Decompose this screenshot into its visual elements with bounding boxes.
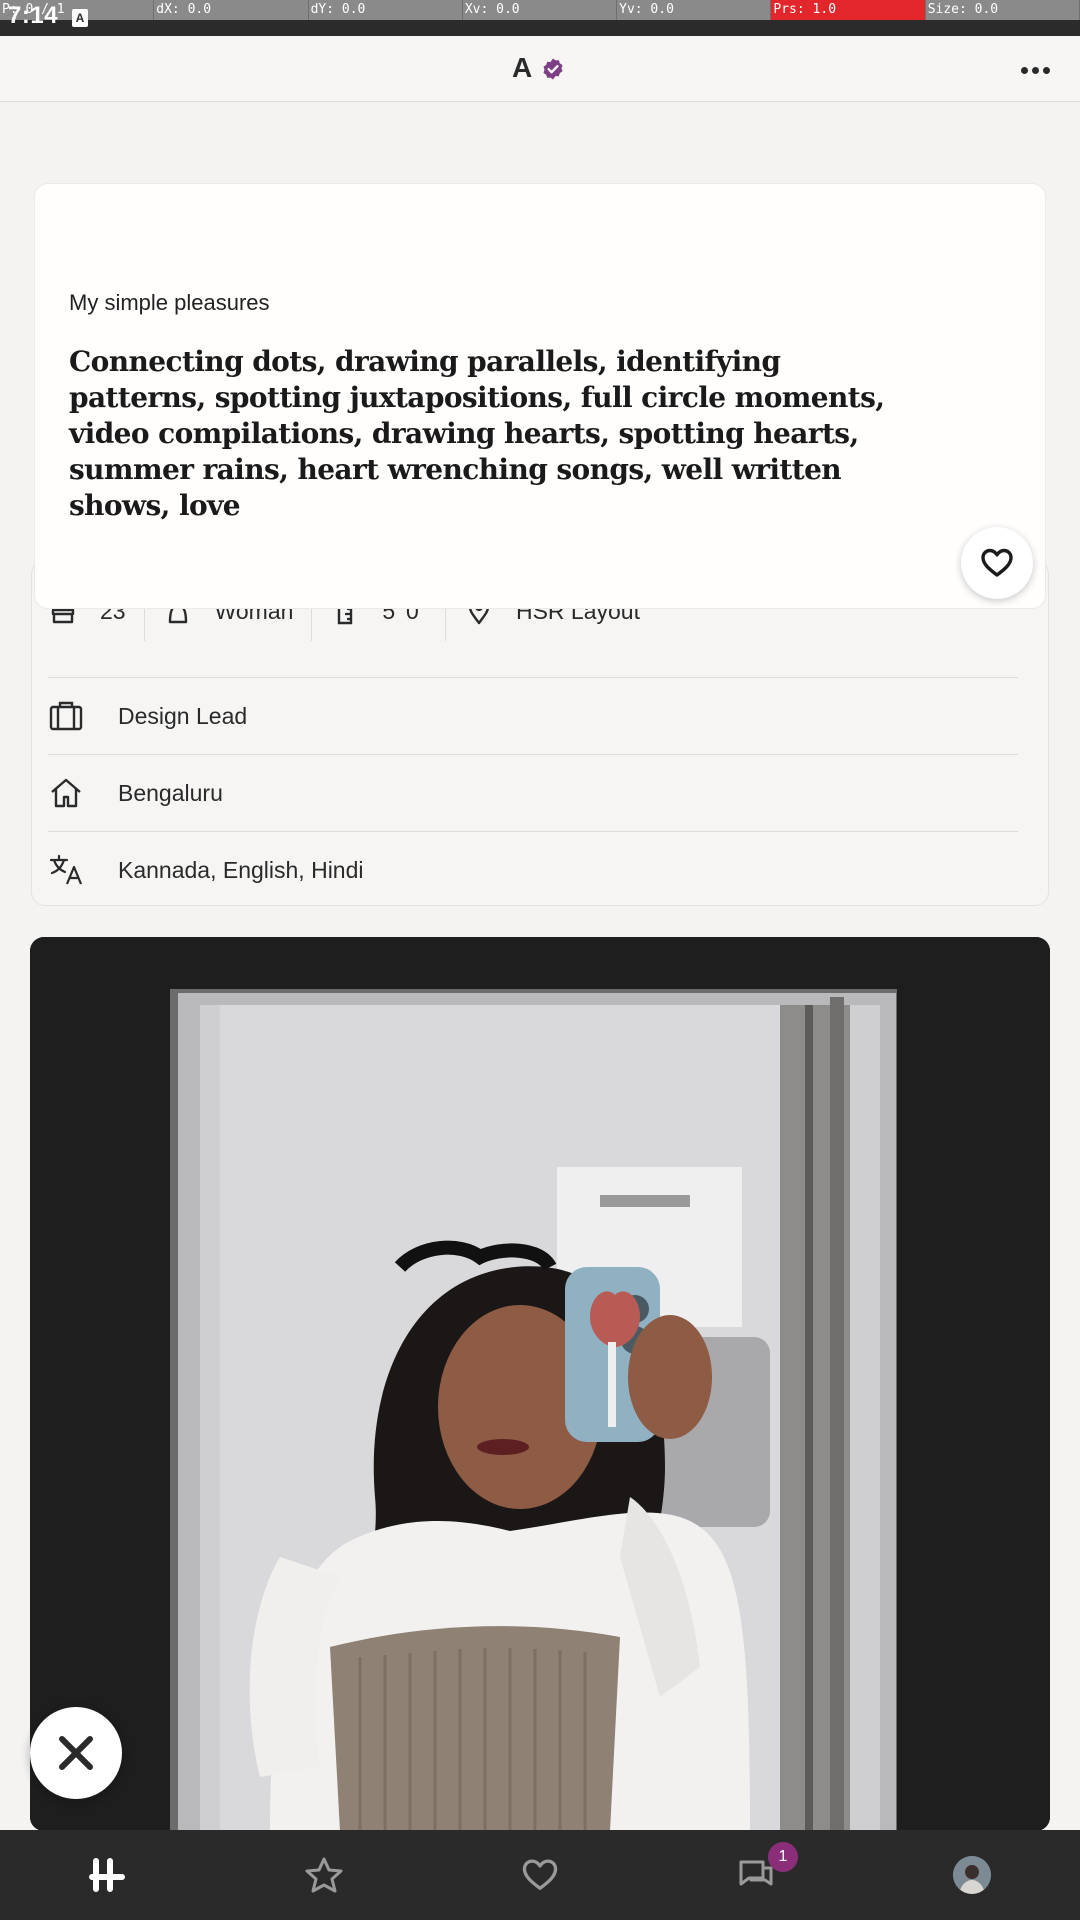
translate-icon bbox=[49, 854, 83, 885]
more-options-icon[interactable] bbox=[1018, 58, 1052, 82]
detail-job: Design Lead bbox=[48, 677, 1018, 754]
prompt-card: My simple pleasures Connecting dots, dra… bbox=[34, 183, 1046, 609]
likes-heart-icon bbox=[522, 1859, 558, 1890]
chat-unread-badge: 1 bbox=[768, 1842, 798, 1872]
debug-size: Size: 0.0 bbox=[926, 0, 1080, 20]
bottom-navigation: 1 bbox=[0, 1830, 1080, 1920]
detail-hometown: Bengaluru bbox=[48, 754, 1018, 831]
prompt-question: My simple pleasures bbox=[69, 290, 270, 315]
nav-standouts[interactable] bbox=[216, 1830, 432, 1920]
detail-languages: Kannada, English, Hindi bbox=[48, 831, 1018, 908]
skip-button[interactable] bbox=[30, 1707, 122, 1799]
avatar-image bbox=[953, 1856, 991, 1894]
debug-dx: dX: 0.0 bbox=[154, 0, 309, 20]
pointer-debug-bar: P: 0 / 1 dX: 0.0 dY: 0.0 Xv: 0.0 Yv: 0.0… bbox=[0, 0, 1080, 20]
home-logo-icon bbox=[89, 1858, 125, 1892]
status-time: 7:14 bbox=[8, 2, 59, 29]
profile-details-card: 23 Woman 5' 0" HSR Layout Design Lead Be… bbox=[31, 560, 1049, 906]
briefcase-icon bbox=[49, 701, 83, 731]
heart-outline-icon bbox=[981, 548, 1013, 577]
status-bar bbox=[0, 20, 1080, 36]
close-x-icon bbox=[59, 1736, 93, 1770]
photo-illustration bbox=[30, 937, 1050, 1831]
debug-xv: Xv: 0.0 bbox=[463, 0, 618, 20]
verified-badge-icon bbox=[543, 58, 563, 80]
standouts-star-icon bbox=[305, 1857, 343, 1893]
job-value: Design Lead bbox=[118, 702, 248, 729]
debug-yv: Yv: 0.0 bbox=[617, 0, 772, 20]
nav-home[interactable] bbox=[0, 1830, 216, 1920]
home-icon bbox=[51, 778, 81, 808]
profile-avatar bbox=[953, 1856, 991, 1894]
profile-photo[interactable] bbox=[30, 937, 1050, 1831]
hometown-value: Bengaluru bbox=[118, 779, 223, 806]
profile-header: A bbox=[0, 36, 1080, 102]
nav-profile[interactable] bbox=[864, 1830, 1080, 1920]
prompt-answer: Connecting dots, drawing parallels, iden… bbox=[69, 345, 885, 522]
profile-name: A bbox=[512, 52, 533, 83]
debug-pressure: Prs: 1.0 bbox=[771, 0, 926, 20]
nav-likes[interactable] bbox=[432, 1830, 648, 1920]
languages-value: Kannada, English, Hindi bbox=[118, 856, 364, 883]
like-prompt-button[interactable] bbox=[961, 527, 1033, 599]
nav-chats[interactable]: 1 bbox=[648, 1830, 864, 1920]
debug-dy: dY: 0.0 bbox=[309, 0, 463, 20]
notification-icon: A bbox=[72, 9, 88, 27]
